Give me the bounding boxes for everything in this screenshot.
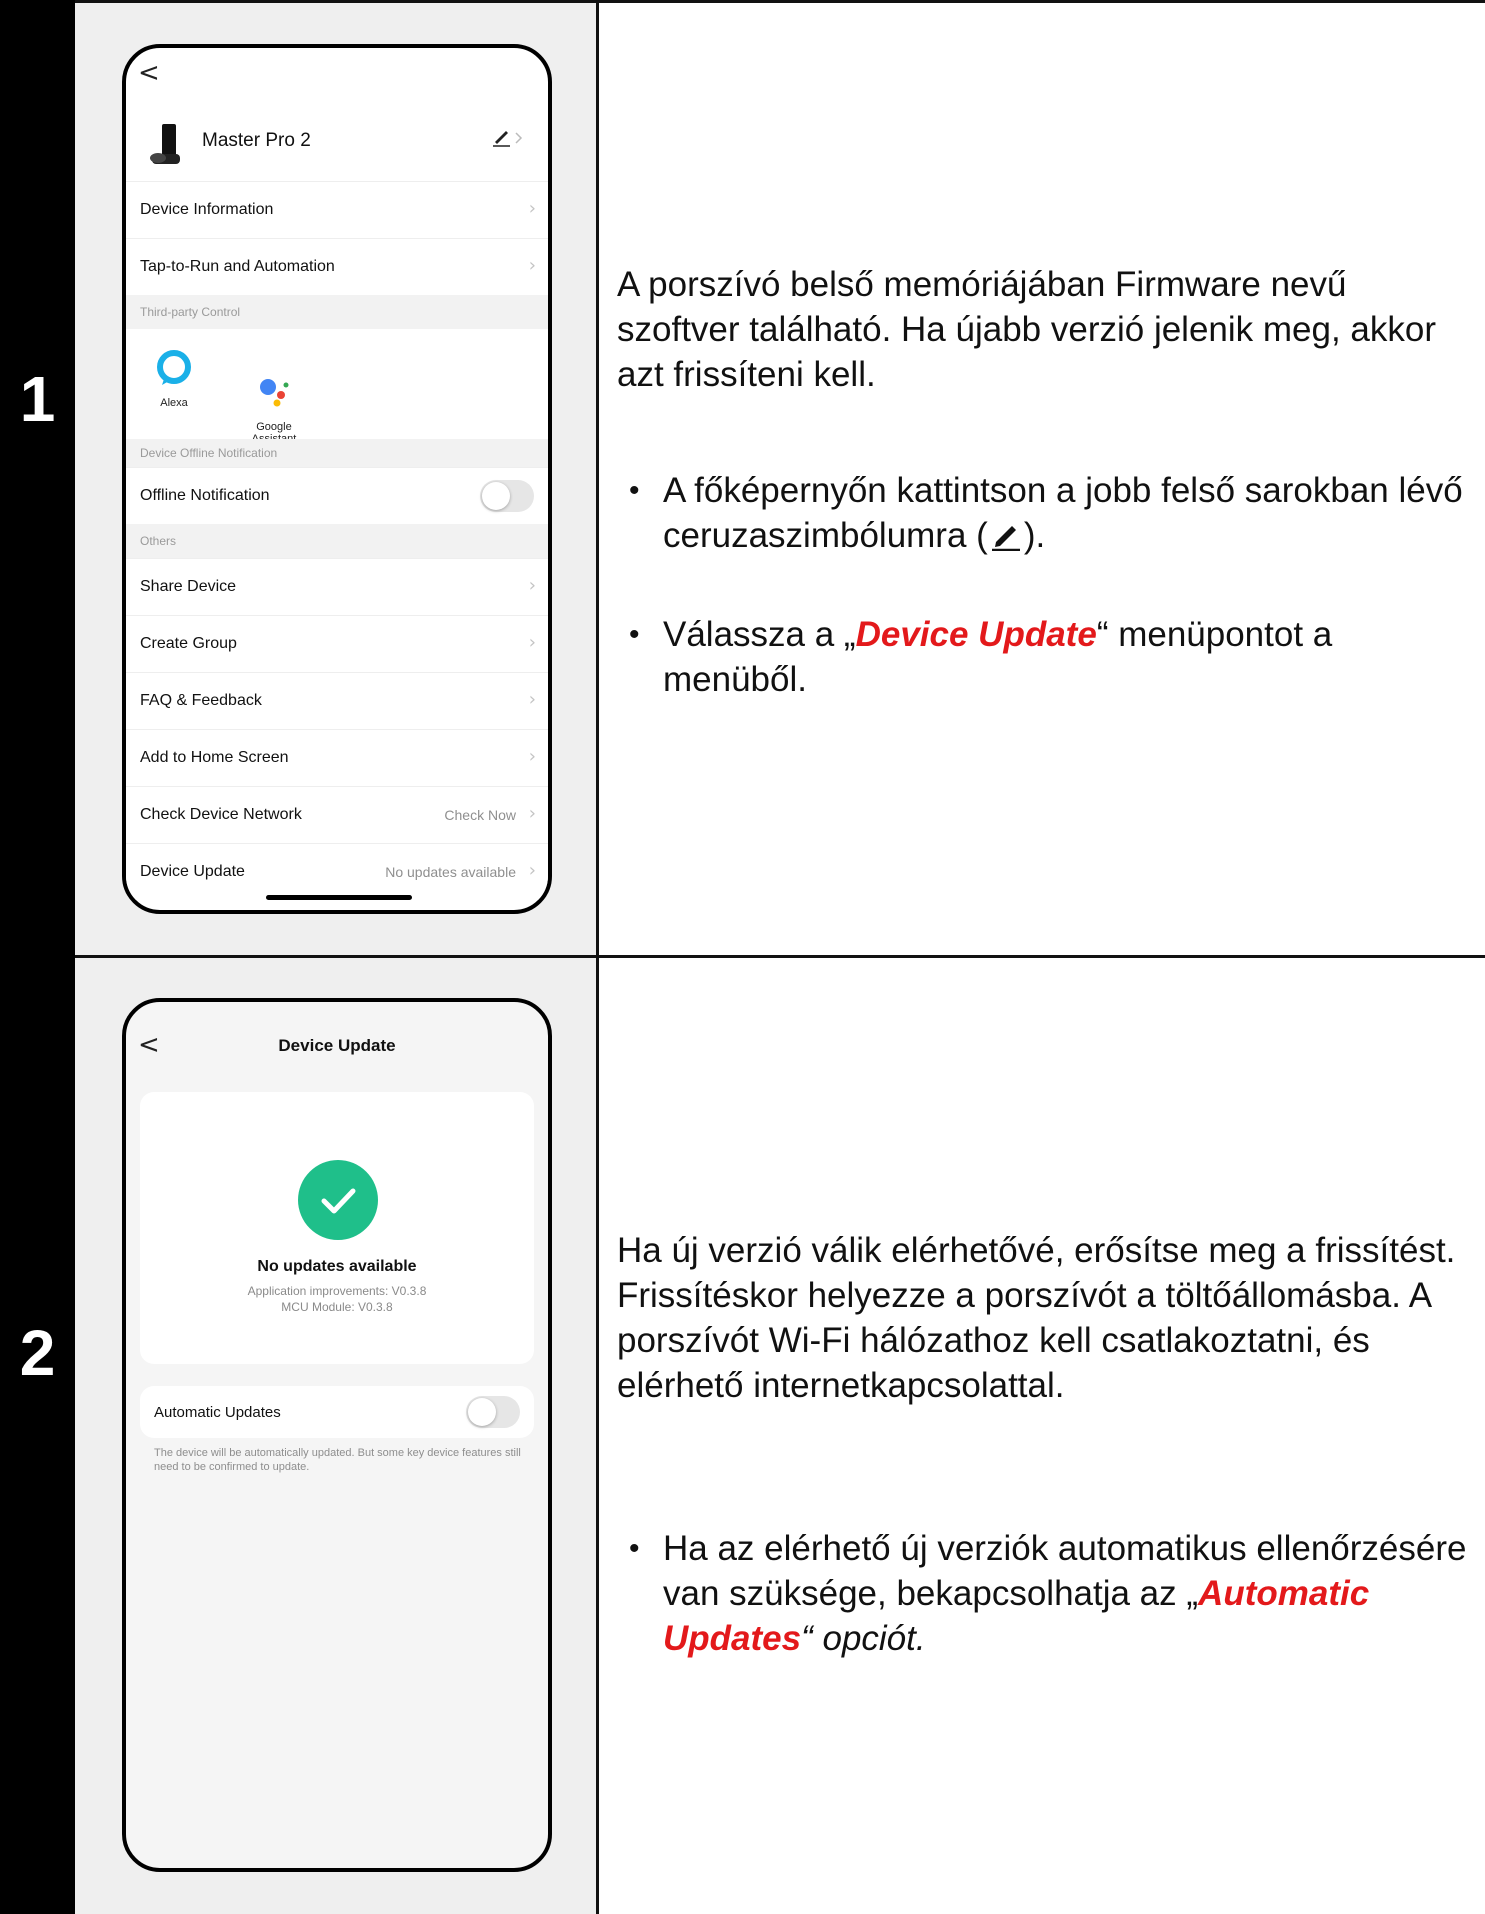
automatic-updates-toggle[interactable] (466, 1396, 520, 1428)
chevron-right-icon: › (528, 198, 536, 219)
bullet-dot: • (629, 1532, 640, 1565)
row-divider (75, 955, 1485, 958)
menu-row-label: Tap-to-Run and Automation (140, 258, 335, 275)
step-number-1: 1 (19, 363, 56, 435)
menu-row-label: Check Device Network (140, 806, 302, 823)
section-label: Third-party Control (140, 305, 241, 319)
section-others: Others (126, 524, 548, 558)
bullet-text: A főképernyőn kattintson a jobb felső sa… (663, 471, 1463, 555)
menu-row-label: Offline Notification (140, 487, 270, 504)
menu-row-device-information[interactable]: Device Information › (126, 181, 548, 238)
chevron-right-icon: › (528, 575, 536, 596)
automatic-updates-card: Automatic Updates (140, 1386, 534, 1438)
menu-row-label: FAQ & Feedback (140, 692, 262, 709)
device-name: Master Pro 2 (202, 130, 311, 151)
edit-pencil-area[interactable] (492, 128, 526, 153)
step1-intro-text: A porszívó belső memóriájában Firmware n… (617, 265, 1437, 394)
alexa-label: Alexa (160, 397, 188, 409)
step1-bullet-1: • A főképernyőn kattintson a jobb felső … (625, 468, 1475, 558)
menu-row-device-update[interactable]: Device Update No updates available › (126, 843, 548, 900)
chevron-right-icon: › (528, 746, 536, 767)
automatic-updates-note: The device will be automatically updated… (154, 1447, 521, 1473)
alexa-tile[interactable]: Alexa (134, 347, 214, 409)
step2-bullet-1: • Ha az elérhető új verziók automatikus … (625, 1526, 1475, 1661)
menu-row-label: Share Device (140, 578, 237, 595)
update-status-card: No updates available Application improve… (140, 1092, 534, 1364)
chevron-right-icon: › (528, 860, 536, 881)
step-number-column (0, 0, 75, 1914)
column-divider (596, 0, 599, 1914)
alexa-icon (154, 347, 194, 387)
section-third-party: Third-party Control (126, 295, 548, 329)
automatic-updates-label: Automatic Updates (154, 1404, 281, 1421)
section-label: Others (140, 534, 177, 548)
step-number-2: 2 (19, 1317, 56, 1389)
bullet-dot: • (629, 618, 640, 651)
checkmark-icon (298, 1160, 378, 1240)
menu-row-check-device-network[interactable]: Check Device Network Check Now › (126, 786, 548, 843)
bullet-text: Válassza a „ (663, 615, 856, 654)
phone-screen-device-update: < Device Update No updates available App… (122, 998, 552, 1872)
update-status-title: No updates available (257, 1258, 417, 1275)
menu-row-faq-feedback[interactable]: FAQ & Feedback › (126, 672, 548, 729)
table-top-border (75, 0, 1485, 3)
highlight-device-update: Device Update (855, 615, 1097, 654)
offline-notification-toggle[interactable] (480, 480, 534, 512)
pencil-icon (493, 131, 523, 147)
mcu-version-text: MCU Module: V0.3.8 (281, 1300, 393, 1314)
third-party-area: Alexa Google Assistant (126, 329, 548, 445)
bullet-text-end: ). (1023, 516, 1046, 555)
menu-row-value: Check Now (444, 807, 516, 823)
menu-row-add-to-home-screen[interactable]: Add to Home Screen › (126, 729, 548, 786)
pencil-icon (988, 517, 1024, 552)
menu-row-share-device[interactable]: Share Device › (126, 558, 548, 615)
app-version-text: Application improvements: V0.3.8 (247, 1284, 427, 1298)
menu-row-offline-notification: Offline Notification (126, 467, 548, 524)
bullet-text-end: “ opciót. (801, 1619, 926, 1658)
chevron-right-icon: › (528, 803, 536, 824)
section-label: Device Offline Notification (140, 446, 278, 460)
device-header[interactable]: Master Pro 2 (126, 108, 548, 180)
instruction-table: 1 2 < Master Pro 2 Device Information › … (0, 0, 1485, 1914)
menu-row-label: Device Update (140, 863, 245, 880)
back-chevron-icon[interactable]: < (138, 58, 160, 88)
google-assistant-tile[interactable]: Google Assistant (234, 347, 314, 445)
section-offline: Device Offline Notification (126, 439, 548, 467)
page-title: Device Update (278, 1036, 396, 1055)
menu-row-label: Create Group (140, 635, 237, 652)
menu-row-value: No updates available (385, 864, 516, 880)
chevron-right-icon: › (528, 689, 536, 710)
robot-vacuum-image (150, 124, 180, 164)
menu-row-create-group[interactable]: Create Group › (126, 615, 548, 672)
menu-row-label: Device Information (140, 201, 274, 218)
menu-row-label: Add to Home Screen (140, 749, 289, 766)
bullet-dot: • (629, 474, 640, 507)
phone-screen-device-settings: < Master Pro 2 Device Information › Tap-… (122, 44, 552, 914)
google-assistant-icon (254, 359, 294, 407)
menu-row-tap-to-run[interactable]: Tap-to-Run and Automation › (126, 238, 548, 295)
chevron-right-icon: › (528, 632, 536, 653)
home-indicator (266, 895, 412, 900)
chevron-right-icon: › (528, 255, 536, 276)
step1-bullet-2: • Válassza a „Device Update“ menüpontot … (625, 612, 1475, 702)
step2-intro-text: Ha új verzió válik elérhetővé, erősítse … (617, 1231, 1456, 1405)
